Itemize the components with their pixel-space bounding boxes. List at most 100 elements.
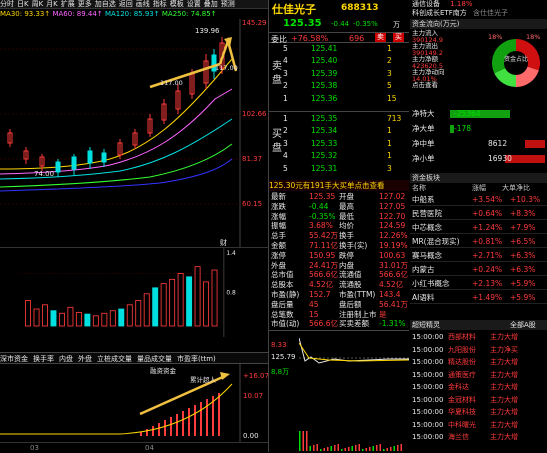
pie-pct-label: 18%: [488, 33, 502, 41]
book-level[interactable]: 5 125.41 1: [283, 44, 423, 54]
toolbar-item[interactable]: 模板: [170, 0, 184, 8]
tape-name: 通策医疗: [448, 370, 476, 379]
tape-row[interactable]: 15:00:00 精达股份 主力大增: [410, 356, 547, 368]
tape-row[interactable]: 15:00:00 金科达 主力大增: [410, 381, 547, 393]
volume-bar: [109, 310, 116, 327]
sub-bar: [140, 432, 142, 436]
stats-label: 总手: [271, 231, 286, 241]
kline-chart[interactable]: 145.29 139.96 117.00 117.00 102.66 81.37…: [0, 19, 268, 247]
net-flow-value: -25364: [454, 109, 481, 118]
sub-bar: [176, 414, 178, 436]
book-level[interactable]: 3 125.39 3: [283, 69, 423, 79]
stats-value: 152.7: [309, 290, 331, 299]
board-row[interactable]: 赛马概念 +2.71% +6.3%: [410, 250, 547, 262]
flow-title: 资金流向(万元): [410, 19, 547, 29]
toolbar-item[interactable]: 日K: [17, 0, 29, 8]
board-net: +5.9%: [510, 279, 536, 288]
indicator-tab[interactable]: 内盘: [59, 355, 73, 363]
net-flow-value: -178: [454, 124, 472, 133]
book-level[interactable]: 4 125.32 1: [283, 151, 423, 161]
tape-event: 主力大增: [490, 408, 518, 416]
volume-bar: [75, 311, 82, 327]
stats-row: 涨停 150.95 跌停 100.63: [269, 251, 409, 261]
board-row[interactable]: AI语料 +1.49% +5.9%: [410, 292, 547, 304]
flow-list: 主力流入 390124.9 主力流出 390149.2 主力净额 423620.5 主力净动…: [412, 30, 482, 100]
mini-volume-bar: [330, 446, 332, 451]
toolbar-item[interactable]: 返回: [119, 0, 133, 8]
book-level[interactable]: 3 125.33 1: [283, 139, 423, 149]
toolbar-item[interactable]: 加自选: [95, 0, 116, 8]
board-row[interactable]: MR(混合现实) +0.81% +6.5%: [410, 236, 547, 248]
board-row[interactable]: 小红书概念 +2.13% +5.9%: [410, 278, 547, 290]
toolbar-item[interactable]: 周K: [32, 0, 44, 8]
etf-row[interactable]: 科创成长ETF南方 含仕佳光子: [412, 9, 547, 18]
toolbar-item[interactable]: 分时: [0, 0, 14, 8]
board-net: +6.5%: [510, 237, 536, 246]
board-pct: +2.71%: [472, 251, 503, 260]
toolbar-item[interactable]: 画线: [136, 0, 150, 8]
tape-event: 主力大增: [490, 433, 518, 441]
tape-tab-short[interactable]: 超短精灵: [412, 320, 440, 330]
tape-row[interactable]: 15:00:00 海兰信 主力大增: [410, 431, 547, 443]
big-order-banner[interactable]: 125.30元有191手大买单点击查看: [269, 180, 409, 191]
stats-row: 总股本 4.52亿 流通股 4.52亿: [269, 280, 409, 290]
tape-row[interactable]: 15:00:00 西部材料 主力大增: [410, 331, 547, 343]
stats-value: 19.19%: [379, 241, 408, 250]
tape-event: 主力大增: [490, 395, 518, 404]
toolbar-item[interactable]: 更多: [78, 0, 92, 8]
book-level[interactable]: 2 125.34 1: [283, 126, 423, 136]
mini-volume-bar: [306, 431, 308, 451]
weicha-value: 696: [349, 34, 365, 43]
stock-name: 仕佳光子: [272, 3, 316, 16]
toolbar-item[interactable]: 设置: [187, 0, 201, 8]
tape-row[interactable]: 15:00:00 通策医疗 主力大增: [410, 369, 547, 381]
stats-row: 总市值 566.6亿 流通值 566.6亿: [269, 270, 409, 280]
toolbar-item[interactable]: 预测: [221, 0, 235, 8]
stats-value: -0.35%: [309, 211, 336, 221]
mini-volume-bar: [362, 449, 364, 451]
axis-label-81: 81.37: [242, 155, 262, 163]
book-level[interactable]: 5 125.31 3: [283, 164, 423, 174]
board-net: +7.9%: [510, 223, 536, 232]
tape-row[interactable]: 15:00:00 九阳股份 主力净买: [410, 344, 547, 356]
book-volume: 3: [387, 68, 392, 78]
sub-bar: [194, 405, 196, 436]
stats-label: 总股本: [271, 280, 294, 290]
indicator-tab[interactable]: 外盘: [78, 355, 92, 363]
sell-button[interactable]: 卖: [375, 33, 386, 42]
board-col-name: 名称: [412, 184, 426, 192]
toolbar-item[interactable]: 月K: [46, 0, 58, 8]
board-row[interactable]: 中芯概念 +1.24% +7.9%: [410, 222, 547, 234]
stats-value: 4.52亿: [379, 280, 404, 290]
toolbar-item[interactable]: 叠加: [204, 0, 218, 8]
indicator-tab[interactable]: 量品成交量: [137, 355, 172, 363]
book-price: 125.31: [311, 163, 338, 173]
net-flow-label: 净大单: [412, 124, 435, 133]
book-volume: 1: [387, 151, 392, 161]
indicator-tab[interactable]: 立桩成交量: [97, 355, 132, 363]
book-level[interactable]: 2 125.38 5: [283, 81, 423, 91]
indicator-tab[interactable]: 换手率: [33, 355, 54, 363]
volume-bar: [186, 276, 193, 327]
board-row[interactable]: 民营医院 +0.64% +8.3%: [410, 208, 547, 220]
tape-row[interactable]: 15:00:00 金冠材料 主力大增: [410, 394, 547, 406]
tape-row[interactable]: 15:00:00 中科曙光 主力大增: [410, 419, 547, 431]
stock-code: 688313: [341, 3, 379, 13]
tape-tab-all[interactable]: 全部A股: [510, 320, 536, 330]
board-row[interactable]: 内蒙古 +0.24% +6.3%: [410, 264, 547, 276]
toolbar-item[interactable]: 扩展: [61, 0, 75, 8]
buy-button[interactable]: 买: [393, 33, 404, 42]
book-level[interactable]: 4 125.40 2: [283, 56, 423, 66]
mini-volume-bar: [369, 447, 371, 451]
tape-row[interactable]: 15:00:00 华夏科技 主力大增: [410, 406, 547, 418]
indicator-tab[interactable]: 深市资金: [0, 355, 28, 363]
toolbar-item[interactable]: 指标: [153, 0, 167, 8]
board-pct: +0.64%: [472, 209, 503, 218]
book-level[interactable]: 1 125.36 15: [283, 94, 423, 104]
book-volume: 713: [387, 114, 402, 123]
indicator-tab[interactable]: 市盈率(ttm): [177, 355, 216, 363]
stats-row: 市盈(静) 152.7 市盈(TTM) 143.4: [269, 290, 409, 300]
sector-row[interactable]: 通信设备 1.18%: [412, 0, 547, 9]
book-level[interactable]: 1 125.35 713: [283, 114, 423, 124]
board-row[interactable]: 中船系 +3.54% +10.3%: [410, 194, 547, 206]
